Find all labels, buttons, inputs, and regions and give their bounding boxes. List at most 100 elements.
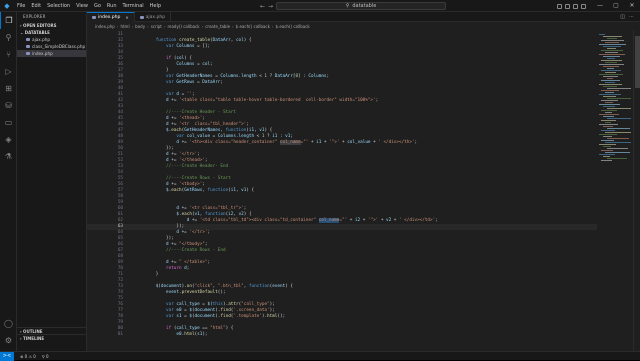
minimap-line	[601, 60, 622, 61]
breadcrumb-item[interactable]: index.php	[95, 24, 115, 29]
customize-layout-icon[interactable]	[581, 3, 586, 9]
file-name: index.php	[32, 51, 53, 56]
minimap-line	[603, 136, 612, 137]
minimap-line	[603, 46, 621, 47]
minimap-line	[605, 122, 611, 123]
close-window-button[interactable]: ✕	[624, 0, 640, 12]
menu-selection[interactable]: Selection	[44, 0, 73, 12]
breadcrumb-separator-icon: ›	[147, 23, 149, 29]
minimap-line	[603, 66, 619, 67]
minimap-line	[605, 102, 613, 103]
minimap[interactable]	[597, 30, 633, 351]
code-line[interactable]: 81 e0.html(s1);	[87, 332, 597, 338]
php-file-icon	[92, 16, 96, 19]
explorer-sidebar: EXPLORER › OPEN EDITORS ⌄ DATATABLE ajax…	[17, 12, 87, 351]
forward-arrow-icon[interactable]: →	[268, 3, 273, 10]
menu-run[interactable]: Run	[104, 0, 120, 12]
minimap-line	[601, 130, 615, 131]
toggle-sidebar-icon[interactable]	[557, 3, 562, 9]
minimap-line	[599, 74, 623, 75]
file-list: ajax.php class_SimpleDBClass.php index.php	[17, 36, 86, 57]
breadcrumb-separator-icon: ›	[116, 23, 119, 29]
ports-indicator[interactable]: ⚲ 0	[42, 354, 49, 359]
editor-tabs: index.php × ajax.php ◫ ⋯	[87, 12, 640, 22]
breadcrumb-item[interactable]: body	[135, 24, 145, 29]
tab-ajax-php[interactable]: ajax.php	[135, 12, 172, 22]
breadcrumb-item[interactable]: ready() callback	[167, 24, 199, 29]
back-arrow-icon[interactable]: ←	[260, 3, 265, 10]
minimap-line	[603, 96, 616, 97]
tab-label: index.php	[98, 15, 121, 20]
layers-icon[interactable]: ◈	[0, 131, 17, 148]
breadcrumb-item[interactable]: script	[151, 24, 162, 29]
minimap-line	[607, 38, 617, 39]
minimap-line	[601, 50, 623, 51]
testing-icon[interactable]: ⚗	[0, 148, 17, 165]
file-item[interactable]: index.php	[17, 50, 86, 57]
maximize-button[interactable]: ▢	[608, 0, 624, 12]
breadcrumb-item[interactable]: $.each() callback	[276, 24, 310, 29]
run-debug-icon[interactable]: ▷	[0, 63, 17, 80]
remote-explorer-icon[interactable]: ▭	[0, 114, 17, 131]
code-text: e0.html(s1);	[176, 332, 208, 337]
menu-terminal[interactable]: Terminal	[120, 0, 147, 12]
minimap-line	[607, 78, 613, 79]
minimap-line	[605, 82, 615, 83]
editor-actions: ◫ ⋯	[620, 12, 640, 21]
outline-section[interactable]: › OUTLINE	[17, 327, 87, 334]
toggle-panel-icon[interactable]	[565, 3, 570, 9]
folder-datatable[interactable]: ⌄ DATATABLE	[17, 29, 86, 36]
menu-file[interactable]: File	[14, 0, 28, 12]
code-editor[interactable]: 31 32 function create_table(DataArr, col)…	[87, 30, 597, 351]
breadcrumb-item[interactable]: create_table	[205, 24, 230, 29]
menu-help[interactable]: Help	[147, 0, 164, 12]
minimap-line	[601, 140, 614, 141]
minimap-line	[607, 48, 616, 49]
editor-scrollbar[interactable]	[633, 30, 640, 351]
minimize-button[interactable]: —	[592, 0, 608, 12]
split-editor-icon[interactable]: ◫	[620, 14, 625, 20]
open-editors-section[interactable]: › OPEN EDITORS	[17, 22, 86, 29]
tab-index-php[interactable]: index.php ×	[87, 12, 135, 22]
minimap-line	[599, 154, 615, 155]
scroll-thumb[interactable]	[635, 36, 640, 88]
tab-list: index.php × ajax.php	[87, 12, 172, 22]
minimap-line	[605, 92, 614, 93]
remote-indicator[interactable]: ><	[0, 351, 14, 361]
close-tab-icon[interactable]: ×	[125, 15, 128, 20]
extensions-icon[interactable]: ⊞	[0, 80, 17, 97]
timeline-section[interactable]: › TIMELINE	[17, 334, 87, 341]
more-actions-icon[interactable]: ⋯	[629, 14, 634, 20]
database-icon[interactable]: ⛁	[0, 97, 17, 114]
toggle-secondary-sidebar-icon[interactable]	[573, 3, 578, 9]
minimap-line	[599, 134, 617, 135]
file-item[interactable]: class_SimpleDBClass.php	[17, 43, 86, 50]
menu-edit[interactable]: Edit	[28, 0, 44, 12]
layout-controls	[557, 0, 586, 12]
minimap-line	[601, 150, 613, 151]
search-icon: ⚲	[345, 3, 350, 9]
minimap-line	[601, 70, 621, 71]
minimap-line	[605, 62, 617, 63]
search-view-icon[interactable]: ⚲	[0, 29, 17, 46]
minimap-line	[603, 126, 613, 127]
problems-indicator[interactable]: ⊗ 0 ⚠ 0	[20, 354, 36, 359]
minimap-line	[605, 152, 630, 153]
menu-go[interactable]: Go	[91, 0, 104, 12]
file-name: class_SimpleDBClass.php	[32, 44, 86, 49]
settings-gear-icon[interactable]: ⚙	[0, 332, 17, 349]
source-control-icon[interactable]: ⑂	[0, 46, 17, 63]
minimap-line	[607, 88, 631, 89]
account-icon[interactable]: ◯	[0, 315, 17, 332]
breadcrumb-item[interactable]: $.each() callback	[236, 24, 270, 29]
minimap-line	[603, 76, 618, 77]
explorer-icon[interactable]: ❐	[0, 12, 17, 29]
minimap-line	[603, 56, 620, 57]
command-center-search[interactable]: ⚲ datatable	[276, 2, 446, 10]
file-item[interactable]: ajax.php	[17, 36, 86, 43]
breadcrumb-item[interactable]: html	[120, 24, 129, 29]
menu-view[interactable]: View	[73, 0, 91, 12]
title-bar: ◆ File Edit Selection View Go Run Terminal Help…	[0, 0, 640, 12]
status-bar: >< ⊗ 0 ⚠ 0 ⚲ 0	[0, 351, 640, 361]
minimap-line	[601, 110, 617, 111]
